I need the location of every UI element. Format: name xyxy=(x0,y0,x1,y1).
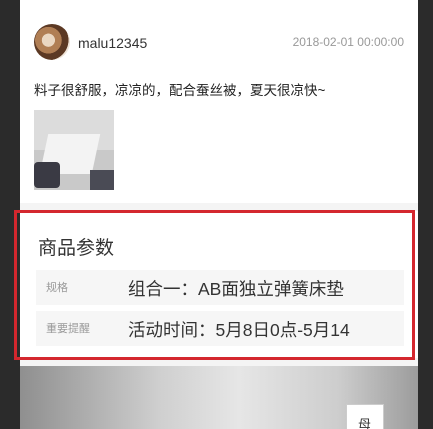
review-header: malu12345 2018-02-01 00:00:00 xyxy=(34,24,404,62)
image-badge: 母 xyxy=(346,404,384,429)
review-username: malu12345 xyxy=(78,35,148,51)
product-detail-image: 母 xyxy=(20,366,418,429)
review-date: 2018-02-01 00:00:00 xyxy=(292,35,404,49)
avatar[interactable] xyxy=(34,24,70,60)
highlight-box xyxy=(14,210,415,360)
image-badge-text: 母 xyxy=(358,417,372,429)
review-text: 料子很舒服，凉凉的，配合蚕丝被，夏天很凉快~ xyxy=(34,83,326,98)
review-photo[interactable] xyxy=(34,110,114,190)
